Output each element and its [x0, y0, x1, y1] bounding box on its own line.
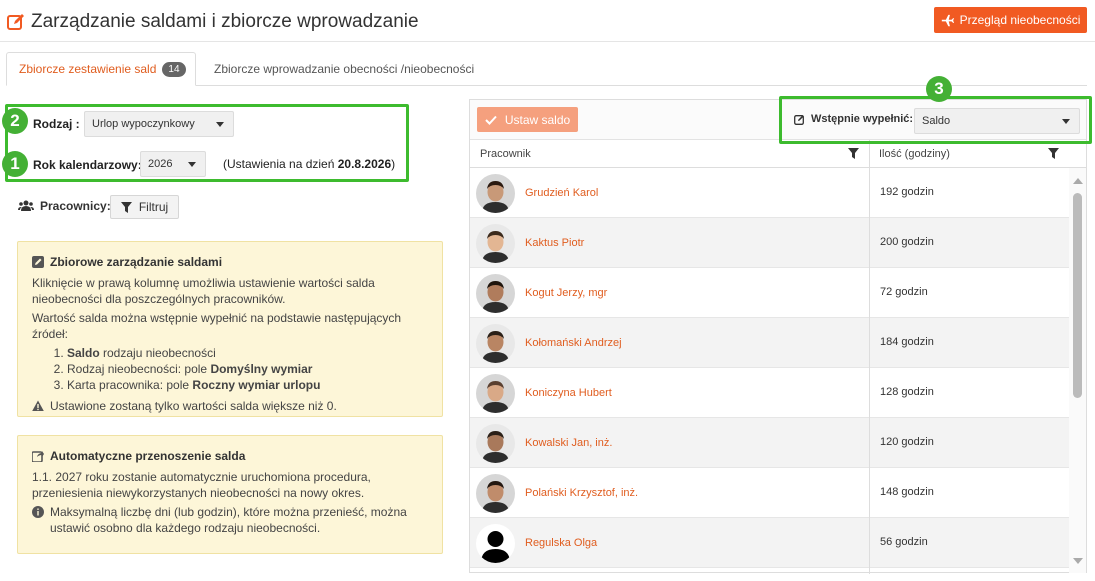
tab-label: Zbiorcze wprowadzanie obecności /nieobec…: [214, 62, 475, 76]
hours-cell[interactable]: 200 godzin: [880, 236, 934, 248]
list-item: Karta pracownika: pole Roczny wymiar url…: [67, 377, 428, 393]
employee-name-link[interactable]: Grudzień Karol: [525, 187, 598, 199]
grid-scrollbar[interactable]: [1069, 168, 1086, 573]
year-value: 2026: [148, 158, 173, 170]
year-label: Rok kalendarzowy:: [33, 158, 142, 172]
info-box-title: Zbiorowe zarządzanie saldami: [50, 255, 223, 269]
type-label: Rodzaj :: [33, 117, 80, 131]
set-balance-label: Ustaw saldo: [504, 112, 571, 127]
tab-label: Zbiorcze zestawienie sald: [19, 62, 157, 76]
employee-name-link[interactable]: Regulska Olga: [525, 537, 597, 549]
hours-cell[interactable]: 56 godzin: [880, 536, 928, 548]
tab-bar: Zbiorcze zestawienie sald 14 Zbiorcze wp…: [6, 52, 1087, 86]
avatar: [476, 324, 515, 363]
list-item: Saldo rodzaju nieobecności: [67, 345, 428, 361]
list-item: Rodzaj nieobecności: pole Domyślny wymia…: [67, 361, 428, 377]
employee-row[interactable]: Koniczyna Hubert 128 godzin: [470, 368, 1069, 418]
check-icon: [485, 115, 497, 125]
scroll-thumb[interactable]: [1073, 193, 1082, 398]
column-divider: [869, 140, 870, 574]
avatar: [476, 424, 515, 463]
employee-name-link[interactable]: Kaktus Piotr: [525, 237, 584, 249]
hours-cell[interactable]: 72 godzin: [880, 286, 928, 298]
chevron-down-icon: [188, 162, 196, 167]
step-marker-3: 3: [926, 76, 952, 102]
column-filter-icon[interactable]: [1048, 148, 1059, 159]
settings-date-note: (Ustawienia na dzień 20.8.2026): [223, 157, 396, 171]
column-filter-icon[interactable]: [848, 148, 859, 159]
workers-label-text: Pracownicy:: [40, 199, 111, 213]
users-icon: [18, 200, 34, 211]
filter-button-label: Filtruj: [138, 200, 169, 214]
plane-icon: [941, 14, 954, 26]
hours-cell[interactable]: 148 godzin: [880, 486, 934, 498]
tab-bulk-entry[interactable]: Zbiorcze wprowadzanie obecności /nieobec…: [202, 52, 486, 86]
avatar: [476, 274, 515, 313]
absences-overview-label: Przegląd nieobecności: [959, 13, 1081, 27]
edit-icon: [7, 14, 24, 30]
column-header-hours[interactable]: Ilość (godziny): [869, 140, 1069, 168]
settings-date: 20.8.2026: [337, 157, 392, 171]
step-marker-1: 1: [2, 151, 28, 177]
tab-balance-summary[interactable]: Zbiorcze zestawienie sald 14: [6, 52, 196, 86]
absences-overview-button[interactable]: Przegląd nieobecności: [934, 7, 1087, 33]
filter-button[interactable]: Filtruj: [110, 195, 179, 219]
balance-grid-panel: Ustaw saldo Wstępnie wypełnić: Saldo Pra…: [469, 99, 1087, 574]
set-balance-button[interactable]: Ustaw saldo: [477, 107, 578, 132]
avatar: [476, 474, 515, 513]
step-marker-2: 2: [2, 108, 28, 134]
employee-row[interactable]: Grudzień Karol 192 godzin: [470, 168, 1069, 218]
employee-row[interactable]: Kaktus Piotr 200 godzin: [470, 218, 1069, 268]
workers-label: Pracownicy:: [18, 199, 111, 213]
page-title: Zarządzanie saldami i zbiorcze wprowadza…: [31, 11, 419, 32]
warning-icon: [32, 400, 44, 411]
share-icon: [32, 451, 44, 462]
info-text: Kliknięcie w prawą kolumnę umożliwia ust…: [32, 276, 375, 306]
employee-name-link[interactable]: Kowalski Jan, inż.: [525, 437, 612, 449]
filter-icon: [120, 201, 132, 213]
scroll-up-icon[interactable]: [1073, 178, 1083, 184]
highlight-prefill-box: [779, 96, 1092, 144]
employee-row[interactable]: Polański Krzysztof, inż. 148 godzin: [470, 468, 1069, 518]
avatar: [476, 224, 515, 263]
info-box-title: Automatyczne przenoszenie salda: [50, 449, 246, 463]
employee-name-link[interactable]: Koniczyna Hubert: [525, 387, 612, 399]
year-select[interactable]: 2026: [140, 151, 206, 177]
info-note: Maksymalną liczbę dni (lub godzin), któr…: [50, 505, 407, 535]
hours-cell[interactable]: 128 godzin: [880, 386, 934, 398]
chevron-down-icon: [216, 122, 224, 127]
info-text: Wartość salda można wstępnie wypełnić na…: [32, 311, 402, 341]
info-box-transfer: Automatyczne przenoszenie salda 1.1. 202…: [17, 435, 443, 554]
info-box-balances: Zbiorowe zarządzanie saldami Kliknięcie …: [17, 241, 443, 417]
hours-cell[interactable]: 192 godzin: [880, 186, 934, 198]
page-header: Zarządzanie saldami i zbiorcze wprowadza…: [0, 0, 1095, 42]
absence-type-select[interactable]: Urlop wypoczynkowy: [84, 111, 234, 137]
info-icon: [32, 506, 44, 518]
avatar: [476, 174, 515, 213]
scroll-down-icon[interactable]: [1073, 558, 1083, 564]
employee-row[interactable]: Regulska Olga 56 godzin: [470, 518, 1069, 568]
avatar: [476, 524, 515, 563]
grid-header: Pracownik Ilość (godziny): [470, 140, 1086, 168]
info-text: 1.1. 2027 roku zostanie automatycznie ur…: [32, 470, 371, 500]
count-badge: 14: [162, 61, 186, 77]
employee-name-link[interactable]: Kogut Jerzy, mgr: [525, 287, 607, 299]
hours-cell[interactable]: 184 godzin: [880, 336, 934, 348]
absence-type-value: Urlop wypoczynkowy: [92, 118, 195, 130]
hours-cell[interactable]: 120 godzin: [880, 436, 934, 448]
avatar: [476, 374, 515, 413]
employee-name-link[interactable]: Polański Krzysztof, inż.: [525, 487, 638, 499]
employee-row[interactable]: Kogut Jerzy, mgr 72 godzin: [470, 268, 1069, 318]
source-list: Saldo rodzaju nieobecności Rodzaj nieobe…: [32, 345, 428, 393]
employee-row[interactable]: Kołomański Andrzej 184 godzin: [470, 318, 1069, 368]
warning-text: Ustawione zostaną tylko wartości salda w…: [50, 399, 337, 413]
edit-square-icon: [32, 256, 44, 268]
employee-row[interactable]: Kowalski Jan, inż. 120 godzin: [470, 418, 1069, 468]
column-header-worker[interactable]: Pracownik: [470, 140, 869, 168]
employee-name-link[interactable]: Kołomański Andrzej: [525, 337, 622, 349]
